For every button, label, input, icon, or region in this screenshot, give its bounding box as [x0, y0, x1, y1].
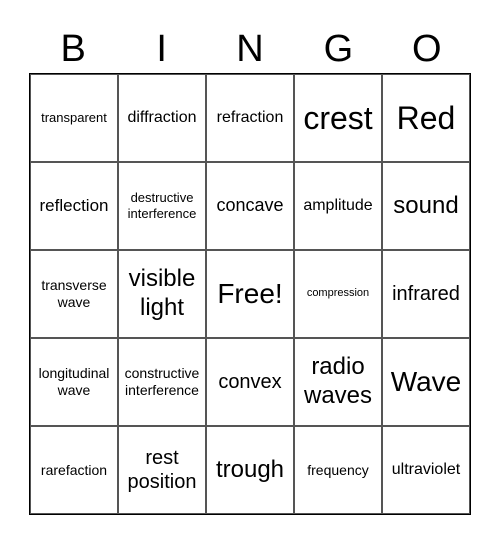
- bingo-cell[interactable]: ultraviolet: [382, 426, 470, 514]
- bingo-cell[interactable]: visible light: [118, 250, 206, 338]
- bingo-cell[interactable]: sound: [382, 162, 470, 250]
- bingo-cell[interactable]: infrared: [382, 250, 470, 338]
- bingo-cell[interactable]: crest: [294, 74, 382, 162]
- bingo-cell[interactable]: diffraction: [118, 74, 206, 162]
- free-space-cell[interactable]: Free!: [206, 250, 294, 338]
- bingo-cell[interactable]: compression: [294, 250, 382, 338]
- bingo-cell[interactable]: constructive interference: [118, 338, 206, 426]
- header-letter-g: G: [323, 28, 354, 70]
- bingo-cell[interactable]: reflection: [30, 162, 118, 250]
- bingo-cell[interactable]: transverse wave: [30, 250, 118, 338]
- bingo-cell[interactable]: radio waves: [294, 338, 382, 426]
- bingo-cell[interactable]: Red: [382, 74, 470, 162]
- header-letter-b: B: [60, 28, 86, 70]
- header-letter-i: I: [156, 28, 167, 70]
- bingo-cell[interactable]: destructive interference: [118, 162, 206, 250]
- header-letter-o: O: [412, 28, 442, 70]
- bingo-cell[interactable]: trough: [206, 426, 294, 514]
- header-letter-n: N: [236, 28, 264, 70]
- bingo-grid: transparent diffraction refraction crest…: [29, 73, 471, 515]
- bingo-cell[interactable]: rarefaction: [30, 426, 118, 514]
- bingo-header: B I N G O: [29, 26, 471, 72]
- bingo-cell[interactable]: convex: [206, 338, 294, 426]
- bingo-cell[interactable]: transparent: [30, 74, 118, 162]
- bingo-cell[interactable]: concave: [206, 162, 294, 250]
- bingo-cell[interactable]: longitudinal wave: [30, 338, 118, 426]
- bingo-cell[interactable]: amplitude: [294, 162, 382, 250]
- bingo-cell[interactable]: Wave: [382, 338, 470, 426]
- bingo-cell[interactable]: refraction: [206, 74, 294, 162]
- bingo-cell[interactable]: rest position: [118, 426, 206, 514]
- bingo-cell[interactable]: frequency: [294, 426, 382, 514]
